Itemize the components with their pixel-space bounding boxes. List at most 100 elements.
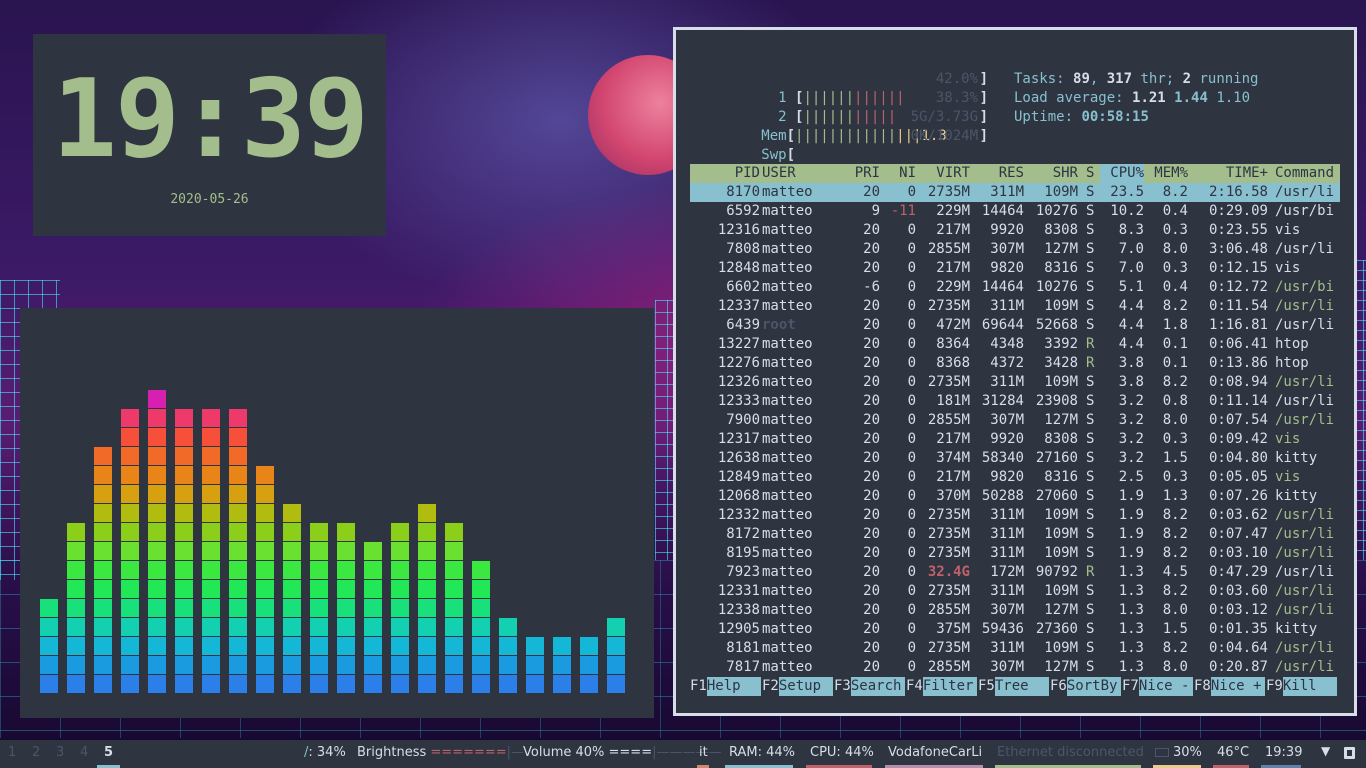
wifi-network[interactable]: VodafoneCarLi	[888, 745, 982, 760]
process-row[interactable]: 8195 matteo 20 0 2735M 311M 109M S 1.9 8.2 0:03.10…	[690, 544, 1340, 563]
visualizer-bar-segment	[364, 675, 382, 693]
process-time: 0:06.41	[1208, 336, 1268, 352]
process-row[interactable]: 12332 matteo 20 0 2735M 311M 109M S 1.9 8.2 0:03.6…	[690, 506, 1340, 525]
process-res: 307M	[990, 241, 1024, 257]
fkey-tree[interactable]: F5Tree	[978, 677, 1049, 696]
visualizer-bar-segment	[337, 523, 355, 541]
fkey-sortby[interactable]: F6SortBy	[1050, 677, 1121, 696]
col-res[interactable]: RES	[970, 164, 1024, 183]
fkey-nice[interactable]: F7Nice -	[1122, 677, 1193, 696]
process-row[interactable]: 7817 matteo 20 0 2855M 307M 127M S 1.3 8.0 0:20.87…	[690, 658, 1340, 677]
process-table-header[interactable]: PID USER PRI NI VIRT RES SHR S CPU% MEM%…	[690, 164, 1340, 183]
process-row[interactable]: 12331 matteo 20 0 2735M 311M 109M S 1.3 8.2 0:03.6…	[690, 582, 1340, 601]
process-row[interactable]: 6439 root 20 0 472M 69644 52668 S 4.4 1.8 1:16.81 /…	[690, 316, 1340, 335]
workspace-2[interactable]: 2	[32, 745, 40, 760]
brightness-control[interactable]: Brightness =======|—	[357, 745, 524, 760]
col-command[interactable]: Command	[1275, 164, 1339, 183]
workspace-5[interactable]: 5	[104, 745, 113, 760]
keyboard-layout[interactable]: it	[699, 745, 708, 760]
process-cmd: /usr/li	[1275, 393, 1335, 409]
process-row[interactable]: 12068 matteo 20 0 370M 50288 27060 S 1.9 1.3 0:07.…	[690, 487, 1340, 506]
workspace-4[interactable]: 4	[80, 745, 88, 760]
process-row[interactable]: 12316 matteo 20 0 217M 9920 8308 S 8.3 0.3 0:23.55…	[690, 221, 1340, 240]
process-pri: 20	[863, 222, 880, 238]
process-row[interactable]: 12338 matteo 20 0 2855M 307M 127M S 1.3 8.0 0:03.1…	[690, 601, 1340, 620]
volume-control[interactable]: Volume 40% ====|—————	[523, 745, 721, 760]
workspace-3[interactable]: 3	[56, 745, 64, 760]
process-row[interactable]: 8172 matteo 20 0 2735M 311M 109M S 1.9 8.2 0:07.47…	[690, 525, 1340, 544]
process-time: 0:01.35	[1208, 621, 1268, 637]
process-user: matteo	[762, 564, 813, 580]
col-mem[interactable]: MEM%	[1144, 164, 1188, 183]
col-cpu[interactable]: CPU%	[1100, 164, 1144, 183]
process-row[interactable]: 7808 matteo 20 0 2855M 307M 127M S 7.0 8.0 3:06.48…	[690, 240, 1340, 259]
fkey-search[interactable]: F3Search	[834, 677, 905, 696]
process-row[interactable]: 12905 matteo 20 0 375M 59436 27360 S 1.3 1.5 0:01.…	[690, 620, 1340, 639]
process-user: matteo	[762, 184, 813, 200]
process-row[interactable]: 13227 matteo 20 0 8364 4348 3392 R 4.4 0.1 0:06.41…	[690, 335, 1340, 354]
process-cpu: 1.3	[1118, 659, 1144, 675]
fkey-setup[interactable]: F2Setup	[762, 677, 833, 696]
col-time[interactable]: TIME+	[1188, 164, 1268, 183]
visualizer-bar-segment	[310, 637, 328, 655]
process-row[interactable]: 8181 matteo 20 0 2735M 311M 109M S 1.3 8.2 0:04.64…	[690, 639, 1340, 658]
visualizer-bar-segment	[148, 542, 166, 560]
fkey-help[interactable]: F1Help	[690, 677, 761, 696]
process-time: 0:07.54	[1208, 412, 1268, 428]
fkey-nice[interactable]: F8Nice +	[1194, 677, 1265, 696]
col-pid[interactable]: PID	[690, 164, 760, 183]
visualizer-bar-segment	[364, 580, 382, 598]
process-row[interactable]: 8170 matteo 20 0 2735M 311M 109M S 23.5 8.2 2:16.5…	[690, 183, 1340, 202]
visualizer-bar-segment	[526, 656, 544, 674]
process-cmd: htop	[1275, 336, 1309, 352]
process-row[interactable]: 12337 matteo 20 0 2735M 311M 109M S 4.4 8.2 0:11.5…	[690, 297, 1340, 316]
process-mem: 0.3	[1162, 431, 1188, 447]
process-row[interactable]: 6602 matteo -6 0 229M 14464 10276 S 5.1 0.4 0:12.7…	[690, 278, 1340, 297]
process-pri: 20	[863, 393, 880, 409]
process-virt: 8368	[936, 355, 970, 371]
process-mem: 8.2	[1162, 640, 1188, 656]
process-ni: 0	[907, 526, 916, 542]
process-cpu: 4.4	[1118, 317, 1144, 333]
col-user[interactable]: USER	[762, 164, 842, 183]
process-row[interactable]: 7900 matteo 20 0 2855M 307M 127M S 3.2 8.0 0:07.54…	[690, 411, 1340, 430]
workspace-1[interactable]: 1	[8, 745, 16, 760]
process-row[interactable]: 12317 matteo 20 0 217M 9920 8308 S 3.2 0.3 0:09.42…	[690, 430, 1340, 449]
visualizer-bar-segment	[256, 523, 274, 541]
visualizer-bar-segment	[310, 618, 328, 636]
tray-dropdown-icon[interactable]: ▼	[1321, 744, 1330, 758]
visualizer-bar-segment	[202, 580, 220, 598]
process-ni: 0	[907, 488, 916, 504]
process-row[interactable]: 12849 matteo 20 0 217M 9820 8316 S 2.5 0.3 0:05.05…	[690, 468, 1340, 487]
col-ni[interactable]: NI	[880, 164, 916, 183]
col-shr[interactable]: SHR	[1024, 164, 1078, 183]
fkey-key: F4	[906, 678, 923, 694]
process-virt: 229M	[936, 279, 970, 295]
process-cpu: 2.5	[1118, 469, 1144, 485]
process-row[interactable]: 12638 matteo 20 0 374M 58340 27160 S 3.2 1.5 0:04.…	[690, 449, 1340, 468]
visualizer-bar-segment	[499, 618, 517, 636]
audio-visualizer-window[interactable]	[20, 308, 654, 718]
process-user: matteo	[762, 526, 813, 542]
process-cmd: /usr/li	[1275, 317, 1335, 333]
process-row[interactable]: 12326 matteo 20 0 2735M 311M 109M S 3.8 8.2 0:08.9…	[690, 373, 1340, 392]
visualizer-bar-segment	[310, 675, 328, 693]
process-virt: 2735M	[927, 545, 970, 561]
process-row[interactable]: 6592 matteo 9 -11 229M 14464 10276 S 10.2 0.4 0:29…	[690, 202, 1340, 221]
process-table[interactable]: PID USER PRI NI VIRT RES SHR S CPU% MEM%…	[690, 164, 1340, 677]
process-cmd: vis	[1275, 469, 1301, 485]
fkey-filter[interactable]: F4Filter	[906, 677, 977, 696]
fkey-kill[interactable]: F9Kill	[1266, 677, 1337, 696]
htop-terminal-window[interactable]: 1 [|||||||||||| 42.0%] 2 [||||||||||| 38…	[673, 27, 1357, 716]
process-row[interactable]: 12333 matteo 20 0 181M 31284 23908 S 3.2 0.8 0:11.…	[690, 392, 1340, 411]
process-time: 0:23.55	[1208, 222, 1268, 238]
tray-app-icon[interactable]	[1344, 747, 1355, 759]
process-row[interactable]: 12848 matteo 20 0 217M 9820 8316 S 7.0 0.3 0:12.15…	[690, 259, 1340, 278]
col-state[interactable]: S	[1086, 164, 1098, 183]
col-pri[interactable]: PRI	[840, 164, 880, 183]
process-row[interactable]: 12276 matteo 20 0 8368 4372 3428 R 3.8 0.1 0:13.86…	[690, 354, 1340, 373]
process-row[interactable]: 7923 matteo 20 0 32.4G 172M 90792 R 1.3 4.5 0:47.2…	[690, 563, 1340, 582]
visualizer-bar-segment	[175, 485, 193, 503]
col-virt[interactable]: VIRT	[916, 164, 970, 183]
process-s: S	[1086, 374, 1095, 390]
